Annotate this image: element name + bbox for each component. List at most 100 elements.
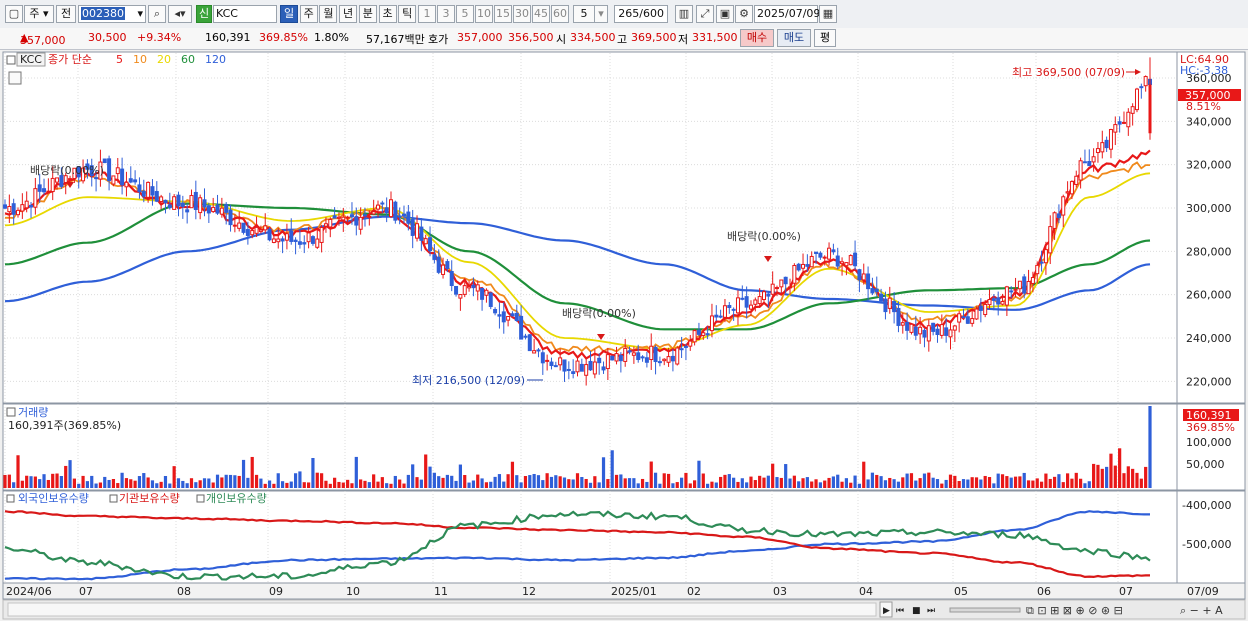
- candle: [375, 204, 380, 210]
- candle: [939, 324, 944, 336]
- candle: [280, 238, 285, 242]
- candle: [775, 287, 780, 290]
- horizontal-scrollbar[interactable]: [7, 602, 877, 617]
- legend-ma-5: 5: [116, 53, 123, 66]
- candle: [900, 322, 905, 326]
- code-input[interactable]: 002380 ▾: [78, 5, 146, 23]
- candle: [844, 262, 849, 267]
- calendar-icon[interactable]: ▦: [819, 5, 837, 23]
- speaker-icon[interactable]: ◂▾: [168, 5, 192, 23]
- eval-button[interactable]: 평: [814, 29, 836, 47]
- volume-bar: [740, 478, 744, 488]
- candle: [46, 190, 51, 193]
- period-tab-1[interactable]: 주: [299, 5, 318, 23]
- holdings-tick-500000: -500,000: [1182, 538, 1231, 551]
- volume-bar: [693, 480, 697, 488]
- minute-tab-5[interactable]: 5: [456, 5, 474, 23]
- zoom-controls[interactable]: ⌕ − + A: [1180, 604, 1223, 617]
- candle: [315, 238, 320, 248]
- window-icon[interactable]: ▢: [5, 5, 23, 23]
- scroll-start-icon[interactable]: ⏮: [896, 606, 904, 616]
- volume-bar: [532, 473, 536, 488]
- candle: [935, 328, 940, 335]
- stop-icon[interactable]: ■: [912, 606, 921, 616]
- scroll-end-icon[interactable]: ⏭: [927, 606, 935, 616]
- volume-bar: [502, 481, 506, 488]
- candle: [853, 252, 858, 267]
- volume-bar: [701, 473, 705, 488]
- volume-bar: [831, 476, 835, 488]
- tick-select[interactable]: 5: [573, 5, 595, 23]
- volume-bar: [909, 473, 914, 488]
- volume-bar: [98, 482, 103, 488]
- minute-tab-45[interactable]: 45: [532, 5, 550, 23]
- candle: [237, 222, 242, 229]
- minute-tab-30[interactable]: 30: [513, 5, 531, 23]
- period-tab-5[interactable]: 초: [378, 5, 397, 23]
- legend-ma-title: 종가 단순: [48, 53, 92, 66]
- candle: [918, 326, 923, 335]
- period-tab-0[interactable]: 일: [280, 5, 298, 23]
- prev-button[interactable]: 전: [56, 5, 76, 23]
- volume-bar: [419, 479, 423, 488]
- candle: [965, 316, 970, 324]
- volume-bar: [29, 476, 33, 488]
- dividend-label-2: 배당락(0.00%): [562, 307, 636, 320]
- candle: [1087, 161, 1092, 167]
- sell-button[interactable]: 매도: [777, 29, 811, 47]
- tool-icons[interactable]: ⧉ ⊡ ⊞ ⊠ ⊕ ⊘ ⊛ ⊟: [1026, 604, 1123, 617]
- volume-bar: [1039, 481, 1044, 488]
- period-tab-6[interactable]: 틱: [398, 5, 417, 23]
- volume-bar: [437, 476, 441, 488]
- candle: [566, 368, 571, 371]
- volume-bar: [745, 482, 749, 488]
- volume-bar: [1005, 476, 1009, 488]
- candle: [176, 194, 181, 207]
- table-icon[interactable]: [8, 71, 22, 85]
- volume-bar: [1065, 473, 1070, 488]
- draw-tool-icon[interactable]: ⤢: [696, 5, 714, 23]
- tick-dropdown-icon[interactable]: ▾: [594, 5, 608, 23]
- candle: [879, 293, 884, 302]
- count-input[interactable]: 265/600: [614, 5, 668, 23]
- candle: [185, 209, 190, 213]
- volume-bar: [267, 480, 272, 488]
- volume-bar: [497, 474, 502, 488]
- minute-tab-60[interactable]: 60: [551, 5, 569, 23]
- period-tab-4[interactable]: 분: [358, 5, 377, 23]
- volume-bar: [636, 483, 640, 488]
- save-icon[interactable]: ▣: [716, 5, 734, 23]
- date-input[interactable]: 2025/07/09: [754, 5, 820, 23]
- volume-bar: [918, 478, 922, 488]
- zoom-slider[interactable]: [949, 607, 1021, 613]
- candle: [33, 188, 38, 208]
- market-select[interactable]: 주 ▾: [24, 5, 54, 23]
- candle: [957, 313, 962, 323]
- stock-name[interactable]: KCC: [213, 5, 277, 23]
- search-icon[interactable]: ⌕: [148, 5, 166, 23]
- buy-button[interactable]: 매수: [740, 29, 774, 47]
- minute-tab-10[interactable]: 10: [475, 5, 493, 23]
- candle: [887, 297, 892, 309]
- price-tick: 340,000: [1186, 115, 1232, 128]
- volume-bar: [333, 477, 337, 488]
- minute-tab-1[interactable]: 1: [418, 5, 436, 23]
- period-tab-3[interactable]: 년: [339, 5, 358, 23]
- volume-bar: [593, 476, 597, 488]
- period-tab-2[interactable]: 월: [319, 5, 338, 23]
- candle: [1035, 264, 1040, 275]
- minute-tab-15[interactable]: 15: [494, 5, 512, 23]
- volume-bar: [844, 478, 849, 488]
- candle: [1052, 212, 1057, 229]
- volume-bar: [320, 473, 324, 488]
- candle: [657, 361, 662, 364]
- candle: [614, 353, 619, 362]
- gear-icon[interactable]: ⚙: [735, 5, 753, 23]
- volume-bar: [679, 477, 684, 488]
- candle: [59, 175, 64, 187]
- candle: [258, 229, 263, 233]
- candle: [892, 301, 897, 313]
- chart-type-icon[interactable]: ▥: [675, 5, 693, 23]
- candle: [701, 332, 706, 336]
- minute-tab-3[interactable]: 3: [437, 5, 455, 23]
